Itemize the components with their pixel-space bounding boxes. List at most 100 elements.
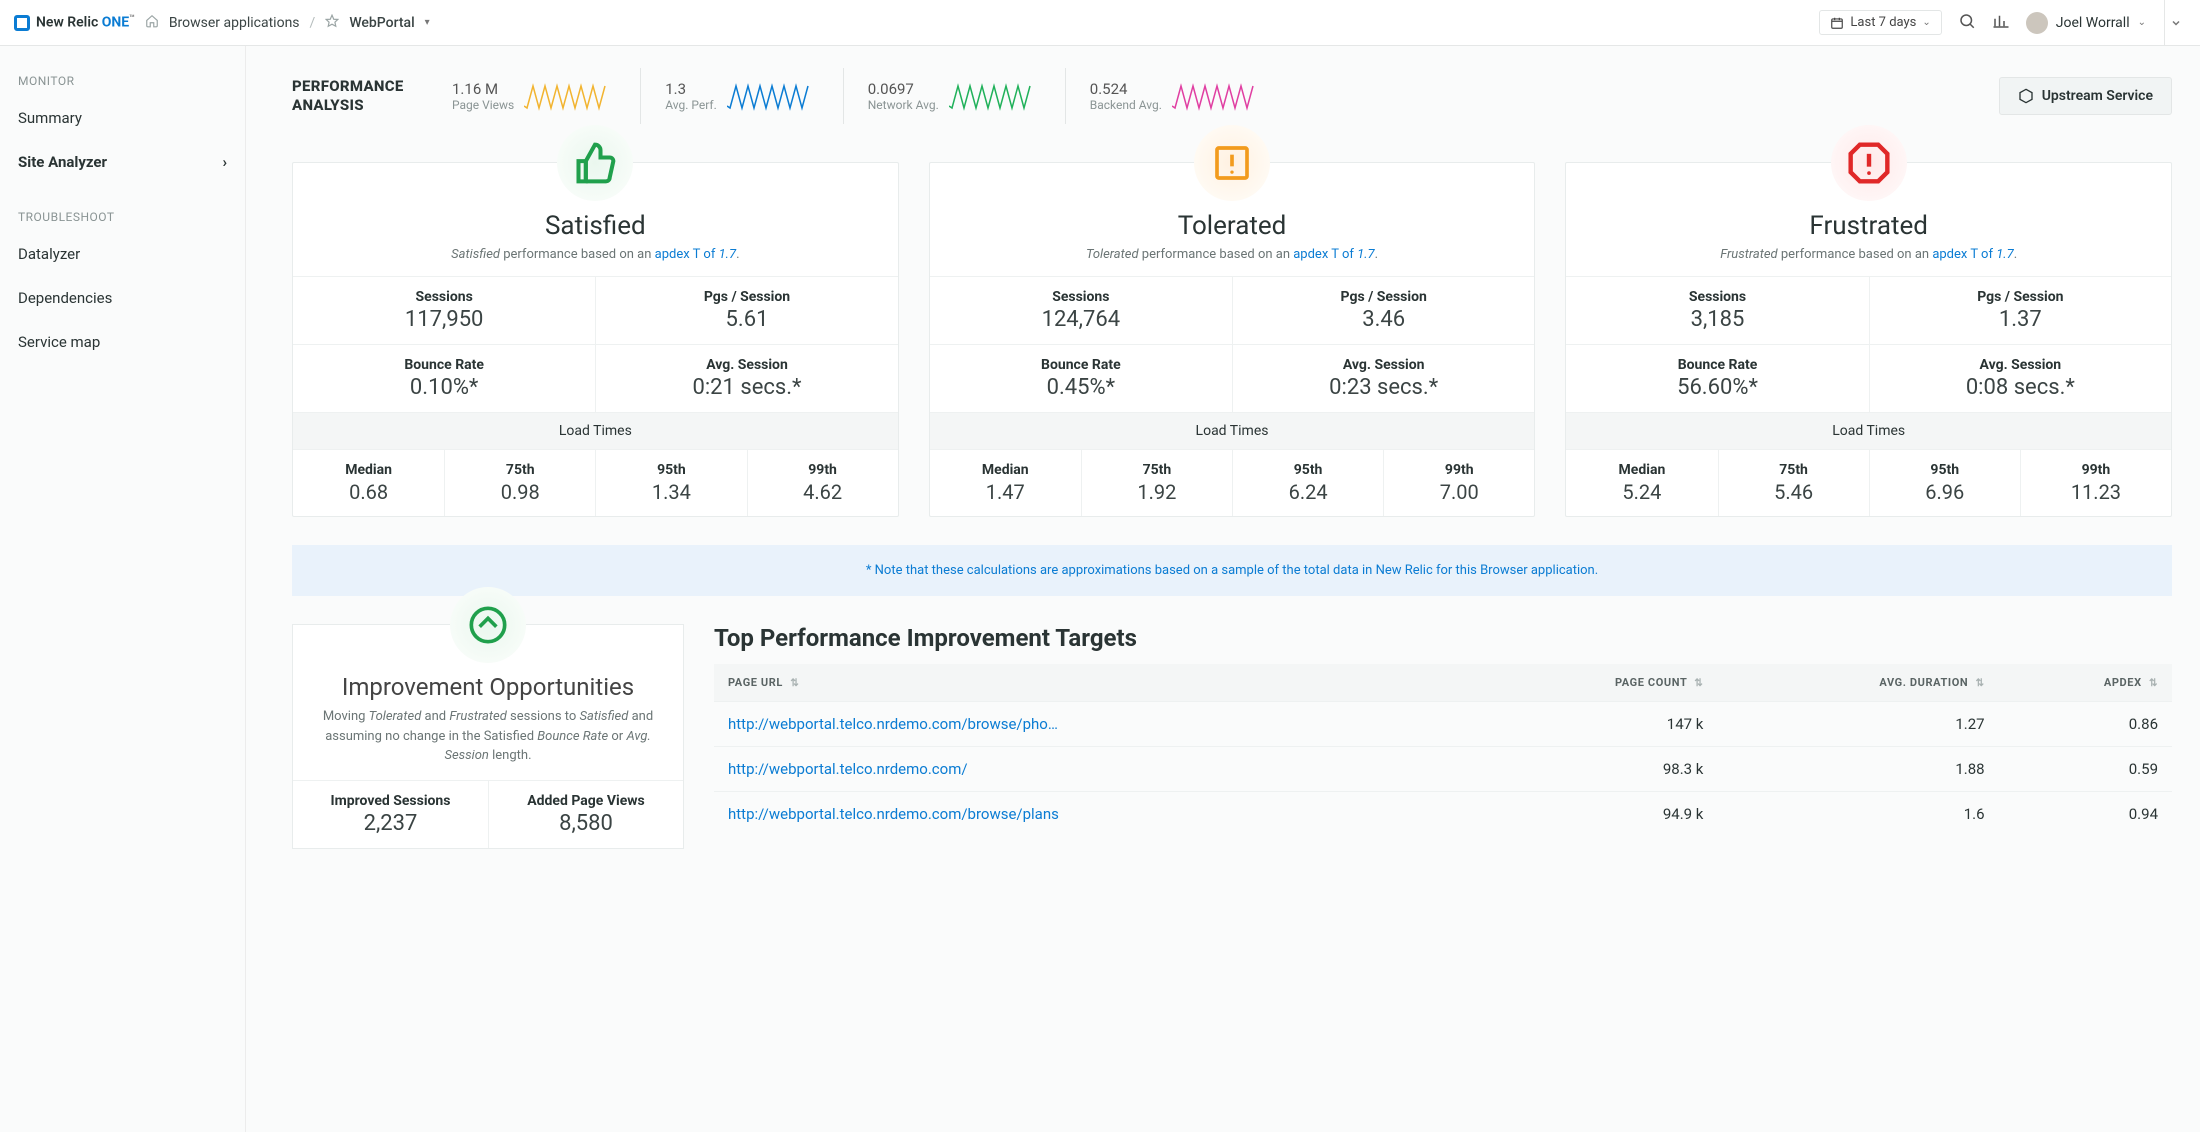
lt-label: 75th: [1088, 462, 1226, 478]
kpi-value: 1.16 M: [452, 80, 514, 98]
lt-value: 6.24: [1239, 480, 1377, 504]
table-row[interactable]: http://webportal.telco.nrdemo.com/ 98.3 …: [714, 747, 2172, 792]
sessions-label: Sessions: [299, 289, 589, 305]
col-url[interactable]: PAGE URL ⇅: [714, 664, 1472, 702]
kpi-value: 1.3: [665, 80, 717, 98]
lt-label: 95th: [602, 462, 740, 478]
table-row[interactable]: http://webportal.telco.nrdemo.com/browse…: [714, 702, 2172, 747]
sidebar-item-datalyzer[interactable]: Datalyzer: [0, 232, 245, 276]
apdex-link[interactable]: apdex T of 1.7: [1932, 247, 2013, 262]
star-icon[interactable]: [325, 14, 339, 32]
target-apdex: 0.86: [1999, 702, 2172, 747]
sidebar: MONITORSummary Site Analyzer › TROUBLESHOOT…: [0, 46, 246, 1132]
lt-value: 1.47: [936, 480, 1075, 504]
time-picker[interactable]: Last 7 days ⌄: [1819, 10, 1941, 35]
pgs-value: 1.37: [1876, 307, 2165, 332]
target-count: 94.9 k: [1472, 792, 1718, 837]
improvement-targets: Top Performance Improvement Targets PAGE…: [714, 624, 2172, 849]
target-duration: 1.88: [1717, 747, 1998, 792]
sidebar-item-label: Dependencies: [18, 289, 112, 307]
logo[interactable]: New Relic ONE™: [14, 14, 135, 31]
sidebar-heading: TROUBLESHOOT: [0, 206, 245, 232]
col-duration[interactable]: AVG. DURATION ⇅: [1717, 664, 1998, 702]
card-title: Satisfied: [293, 211, 898, 241]
col-apdex[interactable]: APDEX ⇅: [1999, 664, 2172, 702]
search-icon[interactable]: [1958, 12, 1976, 34]
user-menu[interactable]: Joel Worrall ⌄: [2026, 12, 2146, 34]
target-url-link[interactable]: http://webportal.telco.nrdemo.com/browse…: [728, 805, 1059, 823]
improvement-title: Improvement Opportunities: [293, 673, 683, 701]
bounce-label: Bounce Rate: [936, 357, 1226, 373]
sidebar-item-dependencies[interactable]: Dependencies: [0, 276, 245, 320]
bounce-value: 0.10%*: [299, 375, 589, 400]
pgs-label: Pgs / Session: [1239, 289, 1528, 305]
sidebar-item-label: Site Analyzer: [18, 153, 107, 171]
kpi-backend-avg-[interactable]: 0.524Backend Avg.: [1065, 68, 1258, 124]
target-url-link[interactable]: http://webportal.telco.nrdemo.com/: [728, 760, 968, 778]
kpi-title: PERFORMANCE ANALYSIS: [292, 77, 422, 116]
improved-sessions-value: 2,237: [299, 811, 482, 836]
upstream-service-button[interactable]: Upstream Service: [1999, 77, 2172, 115]
chart-builder-icon[interactable]: [1992, 12, 2010, 34]
improved-sessions-label: Improved Sessions: [299, 793, 482, 809]
card-tolerated: Tolerated Tolerated performance based on…: [929, 162, 1536, 517]
target-count: 147 k: [1472, 702, 1718, 747]
sparkline-chart: [727, 78, 813, 114]
improvement-icon-halo: [450, 587, 526, 663]
bounce-value: 0.45%*: [936, 375, 1226, 400]
target-count: 98.3 k: [1472, 747, 1718, 792]
card-title: Frustrated: [1566, 211, 2171, 241]
lt-label: 99th: [1390, 462, 1528, 478]
card-satisfied: Satisfied Satisfied performance based on…: [292, 162, 899, 517]
time-label: Last 7 days: [1850, 15, 1916, 30]
target-url-link[interactable]: http://webportal.telco.nrdemo.com/browse…: [728, 715, 1058, 733]
col-count[interactable]: PAGE COUNT ⇅: [1472, 664, 1718, 702]
table-row[interactable]: http://webportal.telco.nrdemo.com/browse…: [714, 792, 2172, 837]
sidebar-item-summary[interactable]: Summary: [0, 96, 245, 140]
breadcrumb-root[interactable]: Browser applications: [169, 15, 300, 31]
kpi-avg-perf-[interactable]: 1.3Avg. Perf.: [640, 68, 813, 124]
sessions-value: 124,764: [936, 307, 1226, 332]
lt-label: Median: [1572, 462, 1711, 478]
avgsession-label: Avg. Session: [1876, 357, 2165, 373]
bounce-label: Bounce Rate: [1572, 357, 1862, 373]
chevron-down-icon: ⌄: [1922, 17, 1930, 28]
lt-value: 1.34: [602, 480, 740, 504]
lt-label: Median: [936, 462, 1075, 478]
hexagon-icon: [2018, 88, 2034, 104]
sidebar-item-service-map[interactable]: Service map: [0, 320, 245, 364]
sidebar-heading: MONITOR: [0, 70, 245, 96]
pgs-value: 3.46: [1239, 307, 1528, 332]
kpi-network-avg-[interactable]: 0.0697Network Avg.: [843, 68, 1035, 124]
target-duration: 1.27: [1717, 702, 1998, 747]
arrow-up-circle-icon: [468, 605, 508, 645]
thumbs-up-icon: [573, 141, 617, 185]
entity-name[interactable]: WebPortal: [349, 15, 414, 31]
loadtimes-heading: Load Times: [1566, 412, 2171, 449]
card-icon-halo: [557, 125, 633, 201]
target-duration: 1.6: [1717, 792, 1998, 837]
card-subtitle: Satisfied performance based on an apdex …: [307, 247, 884, 262]
performance-cards: Satisfied Satisfied performance based on…: [292, 162, 2172, 517]
card-title: Tolerated: [930, 211, 1535, 241]
panel-expand-chevron-icon[interactable]: [2164, 0, 2186, 45]
header-tools: Last 7 days ⌄ Joel Worrall ⌄: [1819, 10, 2146, 35]
lt-label: 75th: [1725, 462, 1863, 478]
card-icon-halo: [1831, 125, 1907, 201]
sidebar-item-label: Service map: [18, 333, 100, 351]
kpi-page-views[interactable]: 1.16 MPage Views: [452, 68, 610, 124]
chevron-right-icon: ›: [222, 153, 227, 171]
lt-value: 1.92: [1088, 480, 1226, 504]
sort-icon: ⇅: [1976, 678, 1985, 689]
kpi-value: 0.524: [1090, 80, 1162, 98]
entity-chevron-icon[interactable]: ▾: [425, 17, 430, 28]
targets-title: Top Performance Improvement Targets: [714, 624, 2172, 652]
sidebar-item-site-analyzer[interactable]: Site Analyzer ›: [0, 140, 245, 184]
lt-label: 95th: [1876, 462, 2014, 478]
avgsession-label: Avg. Session: [1239, 357, 1528, 373]
calendar-icon: [1830, 16, 1844, 30]
home-icon[interactable]: [145, 14, 159, 32]
apdex-link[interactable]: apdex T of 1.7: [655, 247, 736, 262]
kpi-value: 0.0697: [868, 80, 939, 98]
apdex-link[interactable]: apdex T of 1.7: [1293, 247, 1374, 262]
